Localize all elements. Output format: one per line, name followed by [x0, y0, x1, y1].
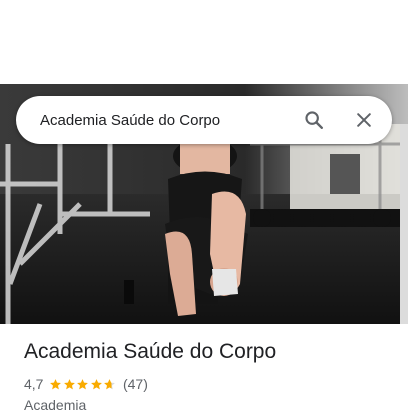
star-icon [50, 378, 62, 389]
blank-top-area [0, 0, 408, 84]
close-button[interactable] [340, 96, 388, 144]
search-button[interactable] [290, 96, 338, 144]
place-category: Academia [24, 397, 87, 413]
search-bar[interactable]: Academia Saúde do Corpo [16, 96, 392, 144]
close-icon [357, 113, 371, 127]
rating-row[interactable]: 4,7 (47) [24, 376, 148, 392]
star-icon [91, 378, 102, 389]
rating-value: 4,7 [24, 376, 44, 392]
rating-stars [49, 378, 117, 391]
star-icon [77, 378, 89, 389]
star-icon [64, 378, 75, 389]
search-icon [305, 111, 323, 129]
star-icon [104, 378, 116, 389]
review-count[interactable]: (47) [123, 376, 148, 392]
search-input[interactable]: Academia Saúde do Corpo [40, 112, 290, 129]
place-name: Academia Saúde do Corpo [24, 340, 277, 363]
